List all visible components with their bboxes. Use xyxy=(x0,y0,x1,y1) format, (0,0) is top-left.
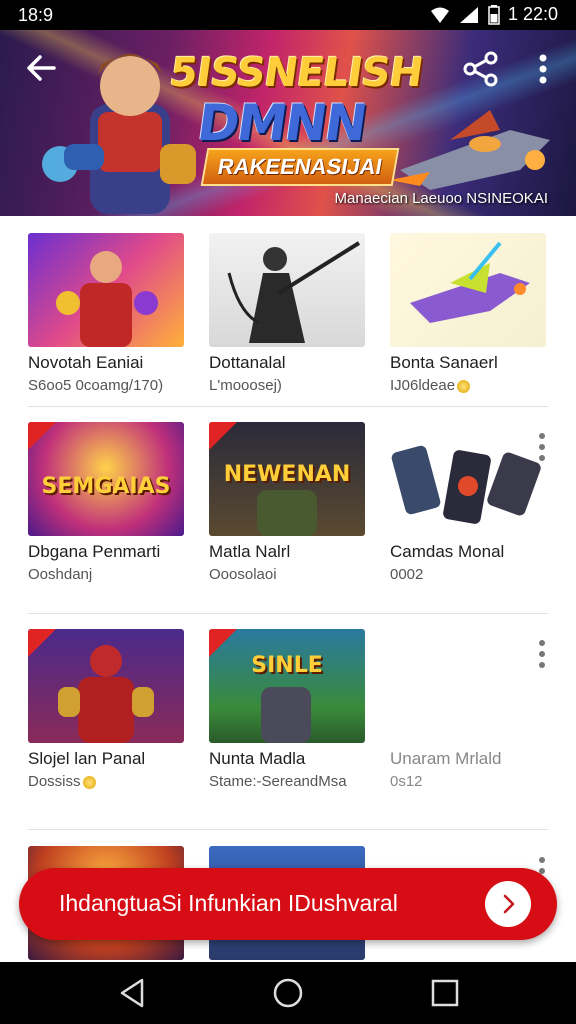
status-bar: 18:9 1 22:0 xyxy=(0,0,576,30)
nav-recents-icon[interactable] xyxy=(428,976,462,1010)
corner-badge xyxy=(209,422,237,450)
hero-title-line1: 5ISSNELISH xyxy=(166,50,426,96)
game-thumbnail xyxy=(390,233,546,347)
chevron-right-icon xyxy=(503,894,515,914)
more-vert-icon[interactable] xyxy=(534,637,550,671)
game-title: Dbgana Penmarti xyxy=(28,542,161,561)
game-subtitle: S6oo5 0coamg/170) xyxy=(28,377,164,394)
game-thumbnail xyxy=(390,422,546,536)
signal-icon xyxy=(459,6,478,23)
game-subtitle: 0002 xyxy=(390,566,424,583)
game-card[interactable]: SEMGAIAS Dbgana Penmarti Ooshdanj xyxy=(28,422,186,583)
row-divider xyxy=(28,613,548,614)
back-icon[interactable] xyxy=(24,50,60,86)
nav-back-icon[interactable] xyxy=(116,976,150,1010)
game-subtitle: Ooshdanj xyxy=(28,566,93,583)
game-thumbnail xyxy=(209,233,365,347)
game-card[interactable]: NEWENAN Matla Nalrl Ooosolaoi xyxy=(209,422,367,583)
cta-label: IhdangtuaSi Infunkian IDushvaral xyxy=(59,890,398,916)
game-card[interactable]: SINLE Nunta Madla Stame:-SereandMsa xyxy=(209,629,367,790)
hero-ribbon: RAKEENASIJAI xyxy=(200,148,400,186)
row-divider xyxy=(28,829,548,830)
game-title: Dottanalal xyxy=(209,353,286,372)
nav-home-icon[interactable] xyxy=(270,975,306,1011)
game-title: Novotah Eaniai xyxy=(28,353,144,372)
row-divider xyxy=(28,406,548,407)
game-thumbnail: SEMGAIAS xyxy=(28,422,184,536)
game-thumb-title: NEWENAN xyxy=(223,462,351,487)
game-card[interactable]: Slojel lan Panal Dossiss xyxy=(28,629,186,790)
game-subtitle: IJ06ldeae xyxy=(390,377,548,394)
wifi-icon xyxy=(430,7,449,23)
cta-arrow-button[interactable] xyxy=(485,881,531,927)
game-title: Slojel lan Panal xyxy=(28,749,146,768)
hero-banner: 5ISSNELISH DMNN RAKEENASIJAI Manaecian L… xyxy=(0,30,576,216)
game-subtitle: Stame:-SereandMsa xyxy=(209,773,347,790)
game-thumbnail xyxy=(28,629,184,743)
game-title: Nunta Madla xyxy=(209,749,306,768)
game-subtitle: Ooosolaoi xyxy=(209,566,277,583)
game-title: Camdas Monal xyxy=(390,542,505,561)
hero-title-line2: DMNN xyxy=(193,94,370,152)
game-thumbnail xyxy=(28,233,184,347)
status-time: 18:9 xyxy=(18,5,54,25)
hero-caption: Manaecian Laeuoo NSINEOKAI xyxy=(334,190,548,207)
game-card[interactable]: Dottanalal L'mooosej) xyxy=(209,233,367,394)
cta-button[interactable]: IhdangtuaSi Infunkian IDushvaral xyxy=(19,868,557,940)
navigation-bar xyxy=(0,962,576,1024)
more-vert-icon[interactable] xyxy=(534,430,550,464)
coin-icon xyxy=(457,379,471,393)
game-subtitle: Dossiss xyxy=(28,773,186,790)
game-thumbnail: NEWENAN xyxy=(209,422,365,536)
game-card[interactable]: Novotah Eaniai S6oo5 0coamg/170) xyxy=(28,233,186,394)
game-subtitle: 0s12 xyxy=(390,773,423,790)
game-card[interactable]: Camdas Monal 0002 xyxy=(390,422,548,583)
share-icon[interactable] xyxy=(462,50,500,88)
game-thumbnail xyxy=(390,629,546,743)
more-vert-icon[interactable] xyxy=(530,50,556,88)
game-thumbnail: SINLE xyxy=(209,629,365,743)
game-card[interactable]: Unaram Mrlald 0s12 xyxy=(390,629,548,790)
game-title: Matla Nalrl xyxy=(209,542,291,561)
status-icons: 1 22:0 xyxy=(430,4,558,25)
game-thumb-title: SINLE xyxy=(251,653,323,678)
corner-badge xyxy=(28,422,56,450)
coin-icon xyxy=(82,775,96,789)
game-subtitle: L'mooosej) xyxy=(209,377,282,394)
battery-icon xyxy=(488,4,500,25)
game-thumb-title: SEMGAIAS xyxy=(41,474,171,499)
game-title: Unaram Mrlald xyxy=(390,749,502,768)
status-clock: 1 22:0 xyxy=(507,4,558,24)
game-title: Bonta Sanaerl xyxy=(390,353,498,372)
game-card[interactable]: Bonta Sanaerl IJ06ldeae xyxy=(390,233,548,394)
